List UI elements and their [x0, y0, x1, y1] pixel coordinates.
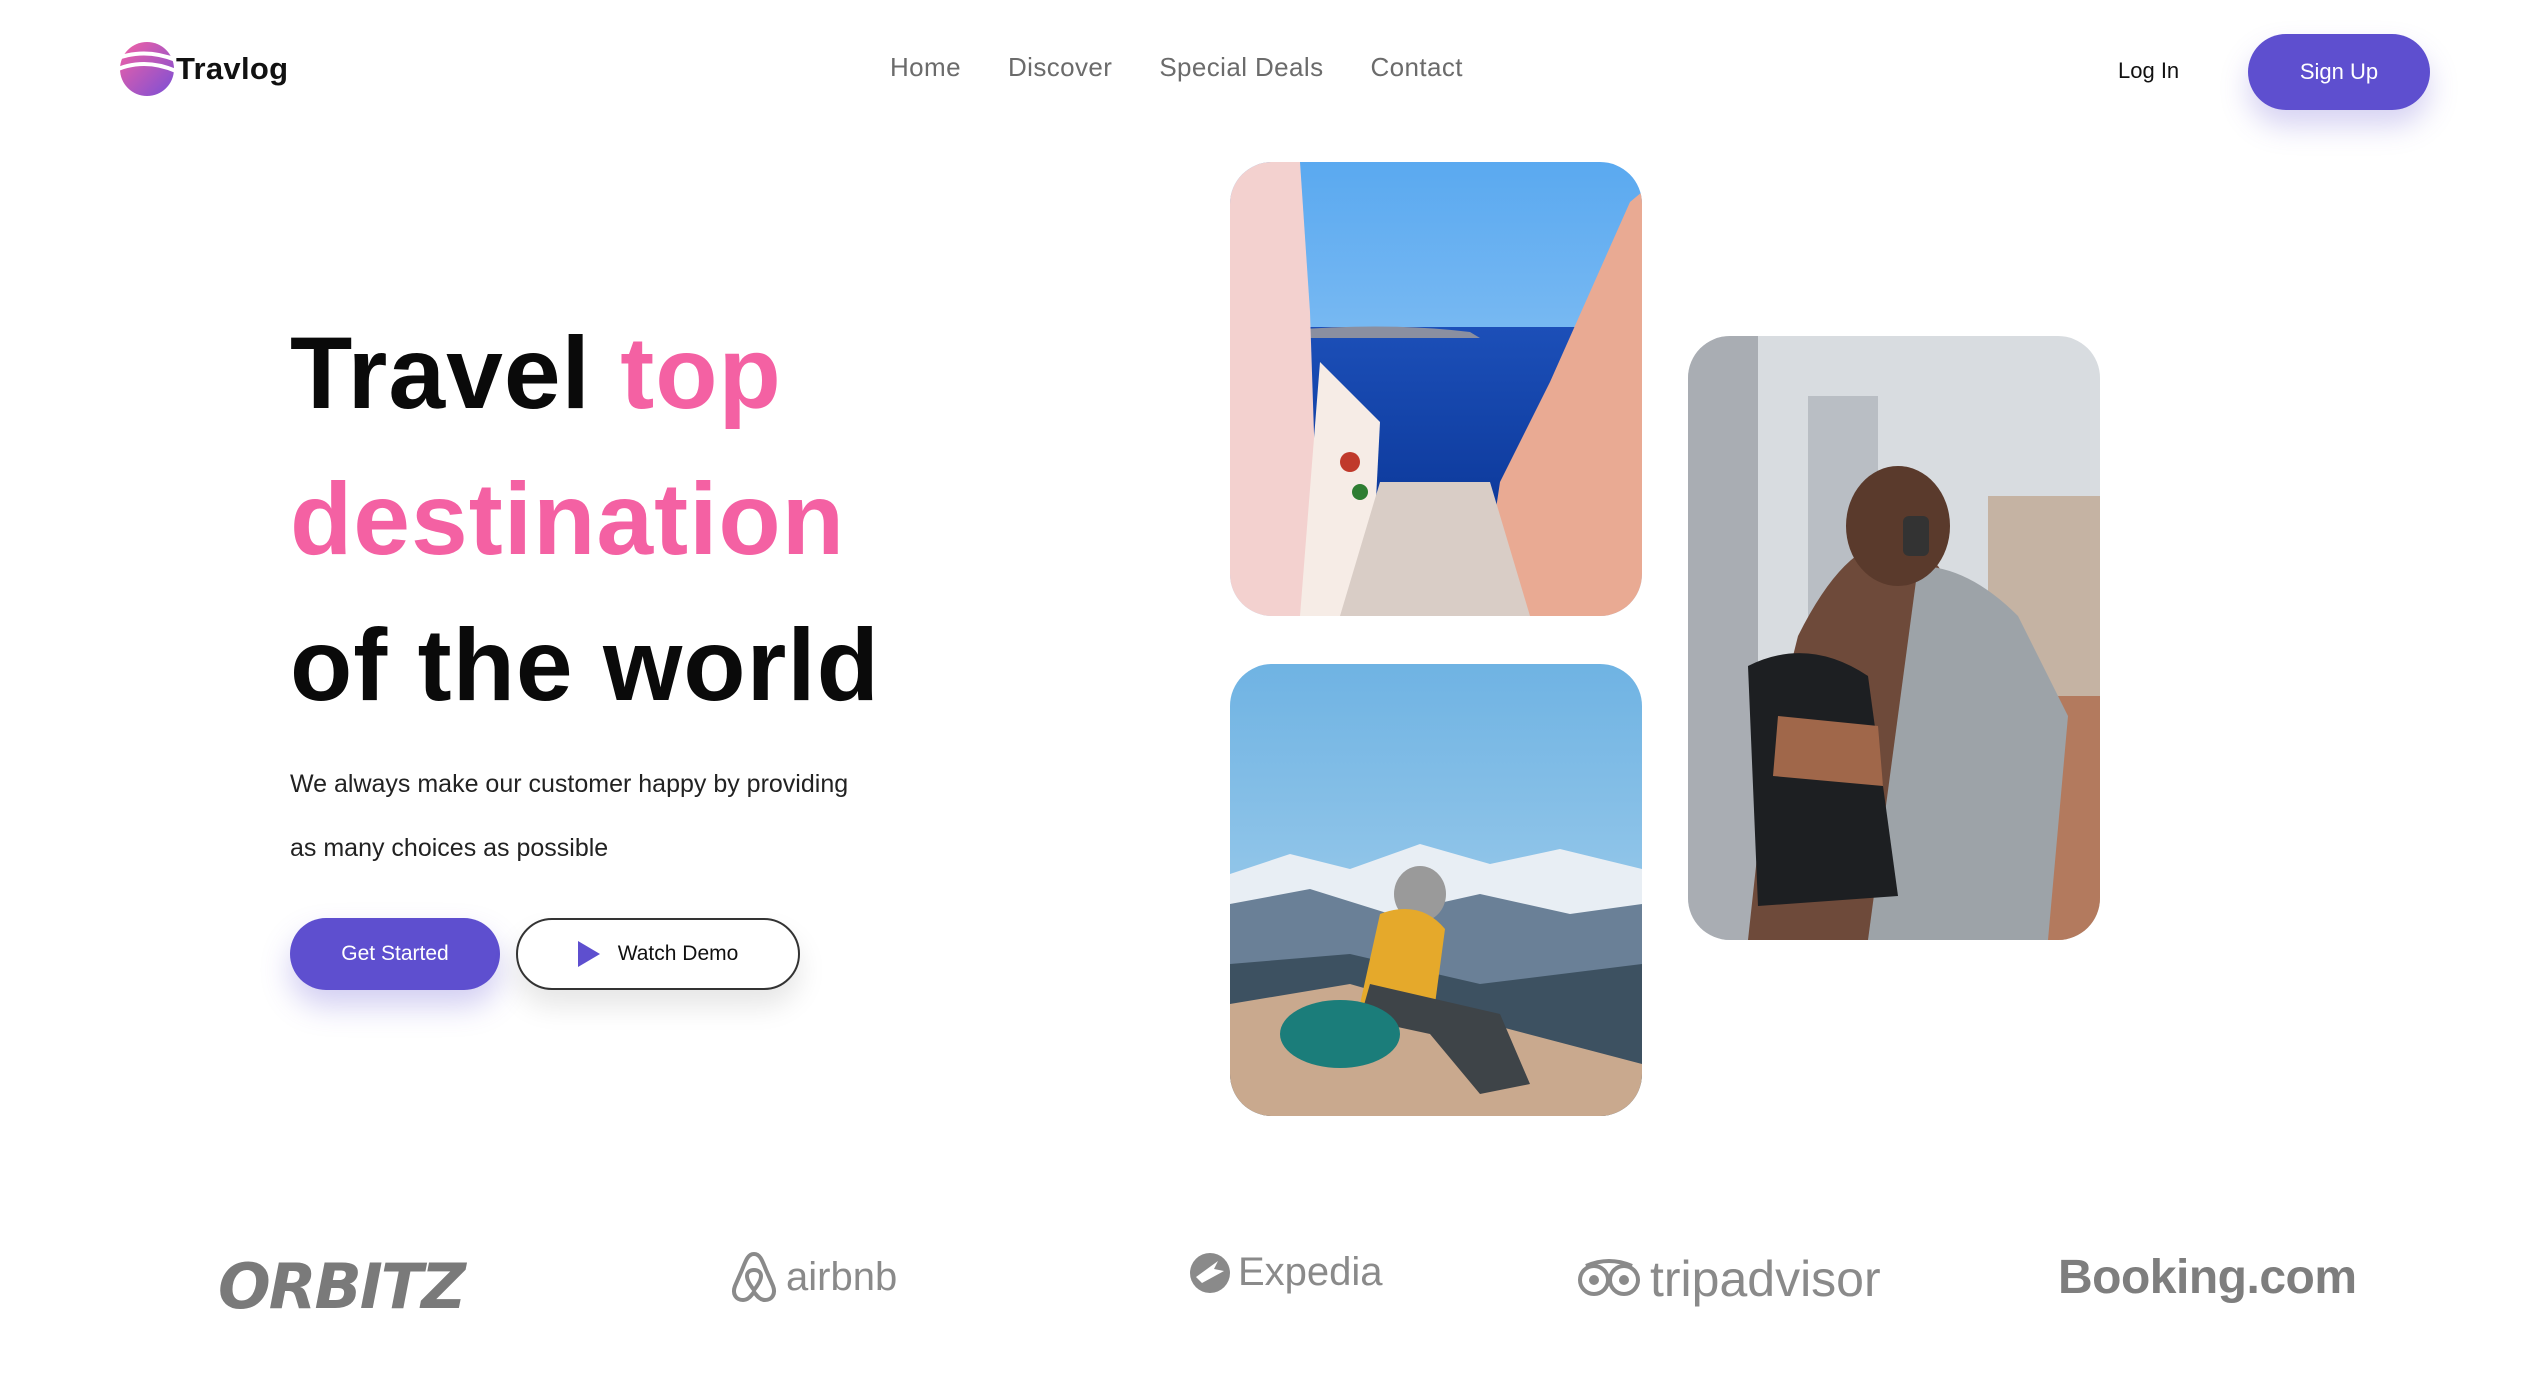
hero-title-line3: of the world [290, 608, 880, 722]
watch-demo-button[interactable]: Watch Demo [516, 918, 800, 990]
nav-home[interactable]: Home [890, 52, 961, 83]
brand-logo[interactable]: Travlog [116, 38, 288, 100]
travlog-logo-icon [117, 42, 177, 96]
partner-expedia-label: Expedia [1238, 1250, 1383, 1294]
hero-title: Travel top destination of the world [290, 300, 880, 738]
signup-button[interactable]: Sign Up [2248, 34, 2430, 110]
login-link[interactable]: Log In [2118, 58, 2179, 84]
photo-mountain-hiker [1230, 664, 1642, 1116]
hero-subtitle-line1: We always make our customer happy by pro… [290, 770, 849, 798]
partner-airbnb: airbnb [730, 1250, 897, 1304]
hero-title-line2: destination [290, 462, 846, 576]
expedia-icon [1190, 1252, 1230, 1293]
partner-tripadvisor: tripadvisor [1576, 1250, 1881, 1308]
brand-name: Travlog [176, 51, 289, 86]
tripadvisor-icon [1578, 1259, 1640, 1296]
partner-expedia: Expedia [1188, 1250, 1383, 1295]
partner-orbitz: ORBITZ [218, 1250, 466, 1323]
get-started-button[interactable]: Get Started [290, 918, 500, 990]
hero-subtitle-line2: as many choices as possible [290, 834, 609, 862]
nav-contact[interactable]: Contact [1370, 52, 1462, 83]
hero-title-word-travel: Travel [290, 316, 591, 430]
partner-booking: Booking.com [2058, 1251, 2357, 1304]
partner-tripadvisor-label: tripadvisor [1650, 1251, 1881, 1307]
photo-city-traveler [1688, 336, 2100, 940]
nav-discover[interactable]: Discover [1008, 52, 1112, 83]
main-nav: Home Discover Special Deals Contact [890, 52, 1510, 83]
hero-subtitle: We always make our customer happy by pro… [290, 752, 990, 880]
play-icon [577, 941, 600, 967]
nav-special-deals[interactable]: Special Deals [1159, 52, 1323, 83]
hero-title-word-top: top [620, 316, 782, 430]
watch-demo-label: Watch Demo [617, 942, 739, 965]
photo-santorini [1230, 162, 1642, 616]
partner-airbnb-label: airbnb [786, 1254, 898, 1299]
airbnb-icon [732, 1251, 776, 1303]
